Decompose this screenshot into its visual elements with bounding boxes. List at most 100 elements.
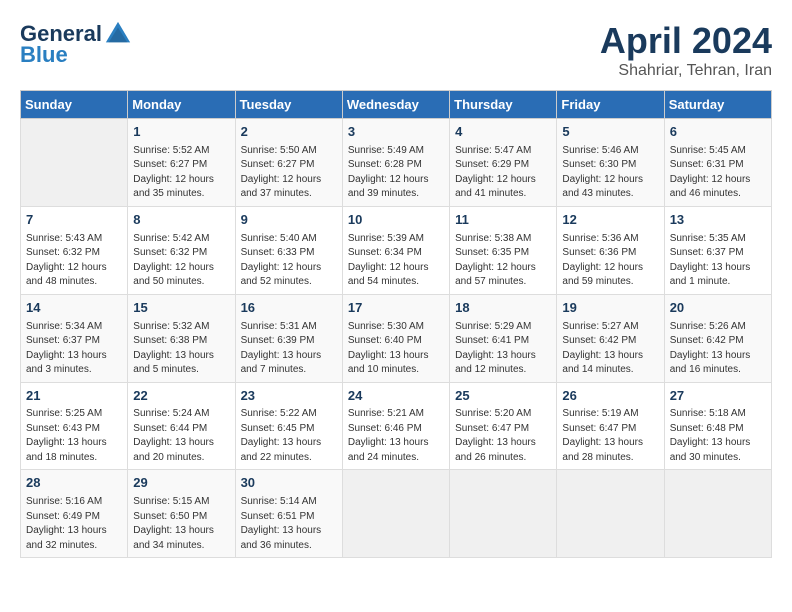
day-number: 26 — [562, 387, 658, 406]
day-number: 29 — [133, 474, 229, 493]
calendar-cell — [450, 470, 557, 558]
day-info: Sunrise: 5:26 AMSunset: 6:42 PMDaylight:… — [670, 320, 766, 378]
logo: General Blue — [20, 20, 132, 68]
day-of-week-header: Sunday — [21, 91, 128, 119]
day-info: Sunrise: 5:46 AMSunset: 6:30 PMDaylight:… — [562, 144, 658, 202]
day-info: Sunrise: 5:36 AMSunset: 6:36 PMDaylight:… — [562, 232, 658, 290]
calendar-cell: 19 Sunrise: 5:27 AMSunset: 6:42 PMDayligh… — [557, 294, 664, 382]
calendar-cell: 23Sunrise: 5:22 AMSunset: 6:45 PMDayligh… — [235, 382, 342, 470]
day-info: Sunrise: 5:21 AMSunset: 6:46 PMDaylight:… — [348, 407, 444, 465]
day-number: 7 — [26, 211, 122, 230]
calendar-cell: 6 Sunrise: 5:45 AMSunset: 6:31 PMDaylight… — [664, 119, 771, 207]
day-number: 15 — [133, 299, 229, 318]
day-info: Sunrise: 5:39 AMSunset: 6:34 PMDaylight:… — [348, 232, 444, 290]
day-number: 3 — [348, 123, 444, 142]
day-info: Sunrise: 5:34 AMSunset: 6:37 PMDaylight:… — [26, 320, 122, 378]
day-info: Sunrise: 5:15 AMSunset: 6:50 PMDaylight:… — [133, 495, 229, 553]
calendar-cell — [557, 470, 664, 558]
day-info: Sunrise: 5:45 AMSunset: 6:31 PMDaylight:… — [670, 144, 766, 202]
calendar-cell: 5 Sunrise: 5:46 AMSunset: 6:30 PMDaylight… — [557, 119, 664, 207]
logo-icon — [104, 20, 132, 48]
day-number: 2 — [241, 123, 337, 142]
calendar-cell: 18 Sunrise: 5:29 AMSunset: 6:41 PMDayligh… — [450, 294, 557, 382]
day-number: 9 — [241, 211, 337, 230]
calendar-cell: 4 Sunrise: 5:47 AMSunset: 6:29 PMDaylight… — [450, 119, 557, 207]
title-area: April 2024 Shahriar, Tehran, Iran — [600, 20, 772, 80]
day-number: 6 — [670, 123, 766, 142]
calendar-cell: 10 Sunrise: 5:39 AMSunset: 6:34 PMDayligh… — [342, 206, 449, 294]
calendar-cell: 29 Sunrise: 5:15 AMSunset: 6:50 PMDayligh… — [128, 470, 235, 558]
calendar-cell: 13 Sunrise: 5:35 AMSunset: 6:37 PMDayligh… — [664, 206, 771, 294]
day-number: 11 — [455, 211, 551, 230]
day-number: 21 — [26, 387, 122, 406]
calendar-cell: 17 Sunrise: 5:30 AMSunset: 6:40 PMDayligh… — [342, 294, 449, 382]
day-number: 5 — [562, 123, 658, 142]
day-info: Sunrise: 5:18 AMSunset: 6:48 PMDaylight:… — [670, 407, 766, 465]
header: General Blue April 2024 Shahriar, Tehran… — [20, 20, 772, 80]
calendar-week-row: 14Sunrise: 5:34 AMSunset: 6:37 PMDayligh… — [21, 294, 772, 382]
day-number: 12 — [562, 211, 658, 230]
day-info: Sunrise: 5:30 AMSunset: 6:40 PMDaylight:… — [348, 320, 444, 378]
day-info: Sunrise: 5:52 AMSunset: 6:27 PMDaylight:… — [133, 144, 229, 202]
calendar-week-row: 1Sunrise: 5:52 AMSunset: 6:27 PMDaylight… — [21, 119, 772, 207]
day-number: 10 — [348, 211, 444, 230]
calendar-cell: 16Sunrise: 5:31 AMSunset: 6:39 PMDayligh… — [235, 294, 342, 382]
calendar-cell: 2Sunrise: 5:50 AMSunset: 6:27 PMDaylight… — [235, 119, 342, 207]
calendar-cell: 22Sunrise: 5:24 AMSunset: 6:44 PMDayligh… — [128, 382, 235, 470]
day-number: 17 — [348, 299, 444, 318]
calendar-cell: 11 Sunrise: 5:38 AMSunset: 6:35 PMDayligh… — [450, 206, 557, 294]
calendar-body: 1Sunrise: 5:52 AMSunset: 6:27 PMDaylight… — [21, 119, 772, 558]
calendar-cell: 27Sunrise: 5:18 AMSunset: 6:48 PMDayligh… — [664, 382, 771, 470]
day-info: Sunrise: 5:38 AMSunset: 6:35 PMDaylight:… — [455, 232, 551, 290]
calendar-cell: 15Sunrise: 5:32 AMSunset: 6:38 PMDayligh… — [128, 294, 235, 382]
day-number: 22 — [133, 387, 229, 406]
day-info: Sunrise: 5:24 AMSunset: 6:44 PMDaylight:… — [133, 407, 229, 465]
day-info: Sunrise: 5:49 AMSunset: 6:28 PMDaylight:… — [348, 144, 444, 202]
logo-blue-text: Blue — [20, 42, 68, 67]
calendar-cell: 3 Sunrise: 5:49 AMSunset: 6:28 PMDaylight… — [342, 119, 449, 207]
day-number: 16 — [241, 299, 337, 318]
day-of-week-header: Saturday — [664, 91, 771, 119]
calendar-cell: 14Sunrise: 5:34 AMSunset: 6:37 PMDayligh… — [21, 294, 128, 382]
day-info: Sunrise: 5:43 AMSunset: 6:32 PMDaylight:… — [26, 232, 122, 290]
day-info: Sunrise: 5:27 AMSunset: 6:42 PMDaylight:… — [562, 320, 658, 378]
day-number: 18 — [455, 299, 551, 318]
day-of-week-header: Friday — [557, 91, 664, 119]
day-of-week-header: Thursday — [450, 91, 557, 119]
day-number: 25 — [455, 387, 551, 406]
calendar-cell: 21Sunrise: 5:25 AMSunset: 6:43 PMDayligh… — [21, 382, 128, 470]
day-info: Sunrise: 5:16 AMSunset: 6:49 PMDaylight:… — [26, 495, 122, 553]
day-info: Sunrise: 5:42 AMSunset: 6:32 PMDaylight:… — [133, 232, 229, 290]
day-info: Sunrise: 5:35 AMSunset: 6:37 PMDaylight:… — [670, 232, 766, 290]
calendar-cell — [342, 470, 449, 558]
calendar-cell: 7 Sunrise: 5:43 AMSunset: 6:32 PMDaylight… — [21, 206, 128, 294]
day-number: 24 — [348, 387, 444, 406]
calendar-week-row: 28Sunrise: 5:16 AMSunset: 6:49 PMDayligh… — [21, 470, 772, 558]
day-info: Sunrise: 5:47 AMSunset: 6:29 PMDaylight:… — [455, 144, 551, 202]
calendar-cell: 8Sunrise: 5:42 AMSunset: 6:32 PMDaylight… — [128, 206, 235, 294]
calendar-cell: 12 Sunrise: 5:36 AMSunset: 6:36 PMDayligh… — [557, 206, 664, 294]
calendar-cell: 9 Sunrise: 5:40 AMSunset: 6:33 PMDaylight… — [235, 206, 342, 294]
day-info: Sunrise: 5:40 AMSunset: 6:33 PMDaylight:… — [241, 232, 337, 290]
day-of-week-header: Monday — [128, 91, 235, 119]
day-info: Sunrise: 5:20 AMSunset: 6:47 PMDaylight:… — [455, 407, 551, 465]
calendar-cell: 30Sunrise: 5:14 AMSunset: 6:51 PMDayligh… — [235, 470, 342, 558]
day-of-week-header: Tuesday — [235, 91, 342, 119]
calendar-cell: 24Sunrise: 5:21 AMSunset: 6:46 PMDayligh… — [342, 382, 449, 470]
day-number: 4 — [455, 123, 551, 142]
calendar-week-row: 21Sunrise: 5:25 AMSunset: 6:43 PMDayligh… — [21, 382, 772, 470]
day-number: 23 — [241, 387, 337, 406]
calendar-cell: 28Sunrise: 5:16 AMSunset: 6:49 PMDayligh… — [21, 470, 128, 558]
calendar-cell: 26Sunrise: 5:19 AMSunset: 6:47 PMDayligh… — [557, 382, 664, 470]
calendar-cell: 20Sunrise: 5:26 AMSunset: 6:42 PMDayligh… — [664, 294, 771, 382]
day-number: 13 — [670, 211, 766, 230]
calendar-cell — [21, 119, 128, 207]
day-info: Sunrise: 5:29 AMSunset: 6:41 PMDaylight:… — [455, 320, 551, 378]
calendar-cell: 1Sunrise: 5:52 AMSunset: 6:27 PMDaylight… — [128, 119, 235, 207]
calendar-location: Shahriar, Tehran, Iran — [600, 62, 772, 80]
day-number: 19 — [562, 299, 658, 318]
day-number: 27 — [670, 387, 766, 406]
day-info: Sunrise: 5:25 AMSunset: 6:43 PMDaylight:… — [26, 407, 122, 465]
calendar-cell — [664, 470, 771, 558]
calendar-week-row: 7 Sunrise: 5:43 AMSunset: 6:32 PMDaylight… — [21, 206, 772, 294]
